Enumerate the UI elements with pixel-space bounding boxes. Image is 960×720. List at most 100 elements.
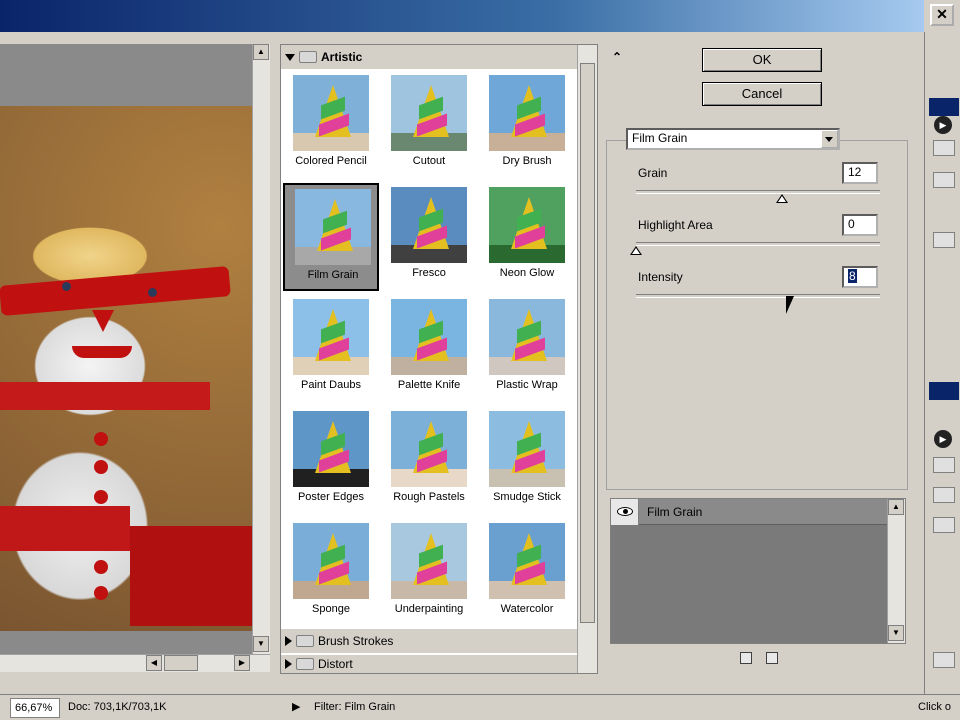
thumbnail-label: Film Grain bbox=[307, 269, 359, 281]
grain-slider[interactable] bbox=[636, 190, 880, 194]
scroll-up-arrow-icon[interactable]: ▲ bbox=[888, 499, 904, 515]
preview-button-dot bbox=[94, 432, 108, 446]
preview-button-dot bbox=[94, 586, 108, 600]
thumbnail-image bbox=[391, 75, 467, 151]
status-hint-text: Click o bbox=[918, 701, 952, 713]
visibility-toggle[interactable] bbox=[611, 498, 639, 525]
cancel-button[interactable]: Cancel bbox=[702, 82, 822, 106]
collapsed-triangle-icon bbox=[285, 636, 292, 646]
doc-size: Doc: 703,1K/703,1K bbox=[68, 701, 167, 713]
thumbnail-label: Fresco bbox=[412, 267, 446, 279]
highlight-area-slider[interactable] bbox=[636, 242, 880, 246]
filter-select[interactable]: Film Grain bbox=[626, 128, 840, 150]
filter-preview[interactable] bbox=[0, 44, 252, 654]
category-label: Brush Strokes bbox=[318, 634, 394, 648]
filter-thumbnail-neon-glow[interactable]: Neon Glow bbox=[479, 183, 575, 291]
thumbnail-image bbox=[293, 75, 369, 151]
filter-gallery[interactable]: Artistic Colored Pencil Cutout Dry Brush Fi… bbox=[280, 44, 598, 674]
filter-thumbnail-poster-edges[interactable]: Poster Edges bbox=[283, 407, 379, 515]
palette-button[interactable] bbox=[933, 232, 955, 248]
filter-thumbnail-film-grain[interactable]: Film Grain bbox=[283, 183, 379, 291]
mouse-cursor-icon bbox=[786, 296, 794, 314]
thumbnail-label: Sponge bbox=[312, 603, 350, 615]
window-close-button[interactable]: ✕ bbox=[930, 4, 954, 26]
status-filter-text: Filter: Film Grain bbox=[314, 701, 396, 713]
filter-select-value: Film Grain bbox=[632, 131, 688, 145]
intensity-input[interactable]: 8 bbox=[842, 266, 878, 288]
grain-slider-thumb[interactable] bbox=[776, 194, 789, 203]
highlight-area-label: Highlight Area bbox=[638, 218, 713, 232]
thumbnail-image bbox=[391, 523, 467, 599]
thumbnail-label: Poster Edges bbox=[297, 491, 365, 503]
palette-button[interactable] bbox=[933, 140, 955, 156]
preview-button-dot bbox=[94, 560, 108, 574]
thumbnail-image bbox=[391, 187, 467, 263]
thumbnail-image bbox=[489, 411, 565, 487]
ok-button[interactable]: OK bbox=[702, 48, 822, 72]
filter-thumbnail-rough-pastels[interactable]: Rough Pastels bbox=[381, 407, 477, 515]
preview-mouth bbox=[72, 346, 132, 358]
filter-thumbnail-plastic-wrap[interactable]: Plastic Wrap bbox=[479, 295, 575, 403]
expanded-triangle-icon bbox=[285, 53, 295, 61]
new-effect-layer-icon[interactable] bbox=[740, 652, 752, 664]
dialog-title-bar[interactable] bbox=[0, 0, 924, 32]
filter-thumbnail-colored-pencil[interactable]: Colored Pencil bbox=[283, 71, 379, 179]
layers-scrollbar[interactable]: ▲ ▼ bbox=[887, 499, 905, 643]
grain-input[interactable]: 12 bbox=[842, 162, 878, 184]
filter-thumbnail-paint-daubs[interactable]: Paint Daubs bbox=[283, 295, 379, 403]
scroll-thumb[interactable] bbox=[164, 655, 198, 671]
preview-horizontal-scrollbar[interactable]: ◀ ▶ bbox=[0, 654, 270, 672]
preview-nose bbox=[92, 310, 114, 332]
zoom-field[interactable]: 66,67% bbox=[10, 698, 60, 718]
filter-thumbnail-fresco[interactable]: Fresco bbox=[381, 183, 477, 291]
gallery-scrollbar[interactable] bbox=[577, 45, 597, 673]
thumbnail-image bbox=[489, 75, 565, 151]
folder-icon bbox=[296, 635, 314, 647]
delete-effect-layer-icon[interactable] bbox=[766, 652, 778, 664]
filter-thumbnail-dry-brush[interactable]: Dry Brush bbox=[479, 71, 575, 179]
filter-thumbnail-palette-knife[interactable]: Palette Knife bbox=[381, 295, 477, 403]
category-artistic[interactable]: Artistic bbox=[281, 45, 577, 69]
filter-thumbnail-sponge[interactable]: Sponge bbox=[283, 519, 379, 627]
preview-arm bbox=[0, 506, 130, 551]
palette-titlebar bbox=[929, 98, 959, 116]
filter-thumbnail-watercolor[interactable]: Watercolor bbox=[479, 519, 575, 627]
thumbnail-label: Colored Pencil bbox=[295, 155, 367, 167]
category-distort[interactable]: Distort bbox=[281, 655, 577, 673]
dropdown-arrow-icon[interactable] bbox=[821, 130, 838, 148]
intensity-slider[interactable] bbox=[636, 294, 880, 298]
intensity-label: Intensity bbox=[638, 270, 683, 284]
folder-icon bbox=[299, 51, 317, 63]
scroll-down-arrow-icon[interactable]: ▼ bbox=[253, 636, 269, 652]
highlight-area-input[interactable]: 0 bbox=[842, 214, 878, 236]
preview-image bbox=[0, 106, 252, 631]
palette-button[interactable] bbox=[933, 172, 955, 188]
effect-layer-name: Film Grain bbox=[647, 504, 703, 519]
filter-thumbnail-smudge-stick[interactable]: Smudge Stick bbox=[479, 407, 575, 515]
palette-button[interactable] bbox=[933, 652, 955, 668]
thumbnail-label: Watercolor bbox=[500, 603, 554, 615]
filter-thumbnail-cutout[interactable]: Cutout bbox=[381, 71, 477, 179]
scroll-up-arrow-icon[interactable]: ▲ bbox=[253, 44, 269, 60]
gallery-scroll-thumb[interactable] bbox=[580, 63, 595, 623]
effect-layers-panel[interactable]: Film Grain ▲ ▼ bbox=[610, 498, 906, 644]
effect-layer-row[interactable]: Film Grain bbox=[611, 498, 887, 525]
scroll-left-arrow-icon[interactable]: ◀ bbox=[146, 655, 162, 671]
scroll-down-arrow-icon[interactable]: ▼ bbox=[888, 625, 904, 641]
category-brush-strokes[interactable]: Brush Strokes bbox=[281, 629, 577, 653]
preview-hat-band bbox=[0, 266, 231, 316]
preview-eye bbox=[62, 282, 71, 291]
palette-button[interactable] bbox=[933, 457, 955, 473]
filter-thumbnail-underpainting[interactable]: Underpainting bbox=[381, 519, 477, 627]
collapse-gallery-icon[interactable]: ⌃ bbox=[612, 50, 622, 64]
highlight-area-slider-thumb[interactable] bbox=[630, 246, 642, 255]
palette-menu-icon[interactable]: ▶ bbox=[934, 116, 952, 134]
thumbnail-label: Cutout bbox=[412, 155, 446, 167]
preview-vertical-scrollbar[interactable]: ▲ ▼ bbox=[252, 44, 270, 654]
status-menu-arrow-icon[interactable]: ▶ bbox=[292, 698, 300, 718]
palette-button[interactable] bbox=[933, 517, 955, 533]
palette-button[interactable] bbox=[933, 487, 955, 503]
thumbnail-label: Dry Brush bbox=[502, 155, 552, 167]
palette-menu-icon[interactable]: ▶ bbox=[934, 430, 952, 448]
scroll-right-arrow-icon[interactable]: ▶ bbox=[234, 655, 250, 671]
